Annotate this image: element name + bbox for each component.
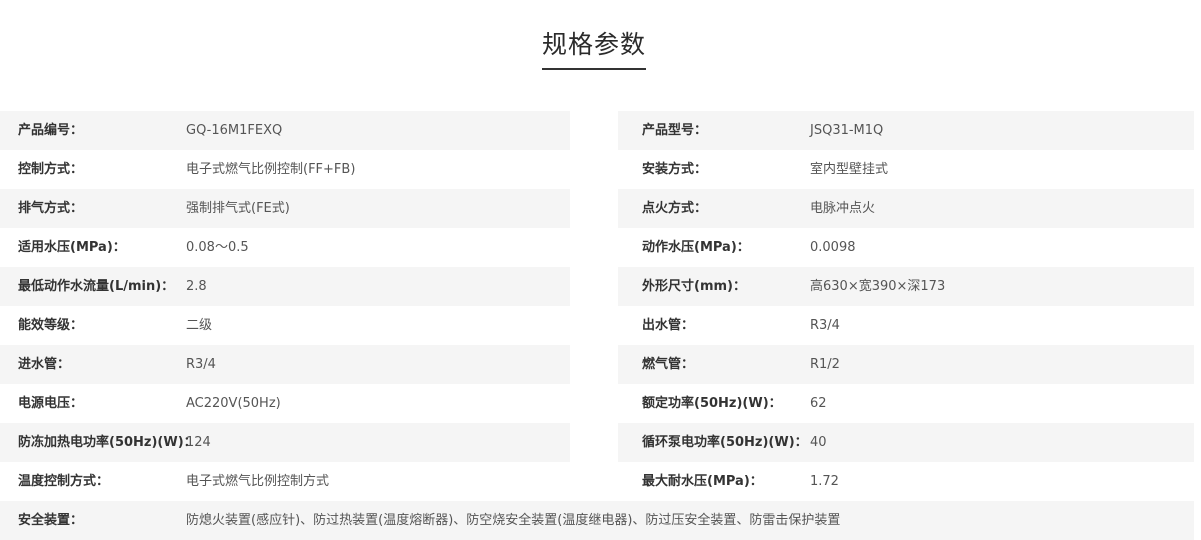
- spec-value: R1/2: [810, 357, 840, 372]
- spec-label: 额定功率(50Hz)(W)：: [642, 396, 782, 411]
- spec-row: 最低动作水流量(L/min)： 2.8 外形尺寸(mm)： 高630×宽390×…: [0, 267, 1194, 306]
- spec-cell: 最低动作水流量(L/min)： 2.8: [0, 267, 570, 306]
- spec-cell: 循环泵电功率(50Hz)(W)： 40: [618, 423, 1194, 462]
- section-title: 规格参数: [541, 28, 646, 70]
- spec-value: 2.8: [186, 279, 207, 294]
- spec-row: 进水管： R3/4 燃气管： R1/2: [0, 345, 1194, 384]
- spec-label: 防冻加热电功率(50Hz)(W)：: [18, 435, 197, 450]
- spec-value: 二级: [186, 318, 213, 333]
- spec-label: 最大耐水压(MPa)：: [642, 474, 763, 489]
- spec-cell: 电源电压： AC220V(50Hz): [0, 384, 570, 423]
- spec-value: GQ-16M1FEXQ: [186, 123, 283, 138]
- spec-label: 外形尺寸(mm)：: [642, 279, 746, 294]
- spec-cell-full: 安全装置： 防熄火装置(感应针)、防过热装置(温度熔断器)、防空烧安全装置(温度…: [0, 501, 1194, 540]
- safety-devices-label: 安全装置：: [18, 513, 84, 528]
- spec-label: 温度控制方式：: [18, 474, 110, 489]
- spec-label: 循环泵电功率(50Hz)(W)：: [642, 435, 808, 450]
- spec-label: 最低动作水流量(L/min)：: [18, 279, 175, 294]
- spec-cell: 防冻加热电功率(50Hz)(W)： 124: [0, 423, 570, 462]
- spec-label: 产品型号：: [642, 123, 708, 138]
- spec-cell: 控制方式： 电子式燃气比例控制(FF+FB): [0, 150, 570, 189]
- spec-label: 能效等级：: [18, 318, 84, 333]
- spec-cell: 燃气管： R1/2: [618, 345, 1194, 384]
- spec-label: 适用水压(MPa)：: [18, 240, 126, 255]
- spec-cell: 外形尺寸(mm)： 高630×宽390×深173: [618, 267, 1194, 306]
- spec-value: 室内型壁挂式: [810, 162, 889, 177]
- spec-value: 1.72: [810, 474, 839, 489]
- spec-value: 124: [186, 435, 211, 450]
- spec-label: 产品编号：: [18, 123, 84, 138]
- spec-row-full: 安全装置： 防熄火装置(感应针)、防过热装置(温度熔断器)、防空烧安全装置(温度…: [0, 501, 1194, 540]
- spec-cell: 能效等级： 二级: [0, 306, 570, 345]
- spec-value: R3/4: [810, 318, 840, 333]
- spec-label: 燃气管：: [642, 357, 695, 372]
- spec-value: 高630×宽390×深173: [810, 279, 946, 294]
- spec-row: 防冻加热电功率(50Hz)(W)： 124 循环泵电功率(50Hz)(W)： 4…: [0, 423, 1194, 462]
- spec-label: 进水管：: [18, 357, 71, 372]
- spec-row: 适用水压(MPa)： 0.08～0.5 动作水压(MPa)： 0.0098: [0, 228, 1194, 267]
- spec-row: 产品编号： GQ-16M1FEXQ 产品型号： JSQ31-M1Q: [0, 111, 1194, 150]
- spec-value: 电子式燃气比例控制方式: [186, 474, 330, 489]
- spec-label: 安装方式：: [642, 162, 708, 177]
- spec-label: 点火方式：: [642, 201, 708, 216]
- spec-value: 电子式燃气比例控制(FF+FB): [186, 162, 356, 177]
- spec-cell: 温度控制方式： 电子式燃气比例控制方式: [0, 462, 570, 501]
- spec-cell: 适用水压(MPa)： 0.08～0.5: [0, 228, 570, 267]
- spec-cell: 进水管： R3/4: [0, 345, 570, 384]
- spec-cell: 点火方式： 电脉冲点火: [618, 189, 1194, 228]
- spec-value: 0.0098: [810, 240, 856, 255]
- spec-cell: 产品型号： JSQ31-M1Q: [618, 111, 1194, 150]
- spec-cell: 动作水压(MPa)： 0.0098: [618, 228, 1194, 267]
- spec-row: 排气方式： 强制排气式(FE式) 点火方式： 电脉冲点火: [0, 189, 1194, 228]
- safety-devices-value: 防熄火装置(感应针)、防过热装置(温度熔断器)、防空烧安全装置(温度继电器)、防…: [186, 513, 841, 528]
- spec-row: 电源电压： AC220V(50Hz) 额定功率(50Hz)(W)： 62: [0, 384, 1194, 423]
- spec-cell: 安装方式： 室内型壁挂式: [618, 150, 1194, 189]
- spec-table: 产品编号： GQ-16M1FEXQ 产品型号： JSQ31-M1Q 控制方式： …: [0, 111, 1194, 540]
- spec-label: 电源电压：: [18, 396, 84, 411]
- spec-value: 电脉冲点火: [810, 201, 876, 216]
- spec-label: 控制方式：: [18, 162, 84, 177]
- spec-label: 出水管：: [642, 318, 695, 333]
- spec-cell: 出水管： R3/4: [618, 306, 1194, 345]
- spec-value: R3/4: [186, 357, 216, 372]
- spec-value: JSQ31-M1Q: [810, 123, 884, 138]
- spec-cell: 额定功率(50Hz)(W)： 62: [618, 384, 1194, 423]
- spec-row: 温度控制方式： 电子式燃气比例控制方式 最大耐水压(MPa)： 1.72: [0, 462, 1194, 501]
- spec-label: 排气方式：: [18, 201, 84, 216]
- spec-row: 能效等级： 二级 出水管： R3/4: [0, 306, 1194, 345]
- spec-cell: 产品编号： GQ-16M1FEXQ: [0, 111, 570, 150]
- spec-value: 强制排气式(FE式): [186, 201, 290, 216]
- spec-value: 0.08～0.5: [186, 240, 249, 255]
- spec-cell: 最大耐水压(MPa)： 1.72: [618, 462, 1194, 501]
- spec-label: 动作水压(MPa)：: [642, 240, 750, 255]
- section-header: 规格参数: [0, 28, 1188, 70]
- spec-cell: 排气方式： 强制排气式(FE式): [0, 189, 570, 228]
- spec-row: 控制方式： 电子式燃气比例控制(FF+FB) 安装方式： 室内型壁挂式: [0, 150, 1194, 189]
- spec-value: AC220V(50Hz): [186, 396, 281, 411]
- spec-value: 40: [810, 435, 827, 450]
- spec-value: 62: [810, 396, 827, 411]
